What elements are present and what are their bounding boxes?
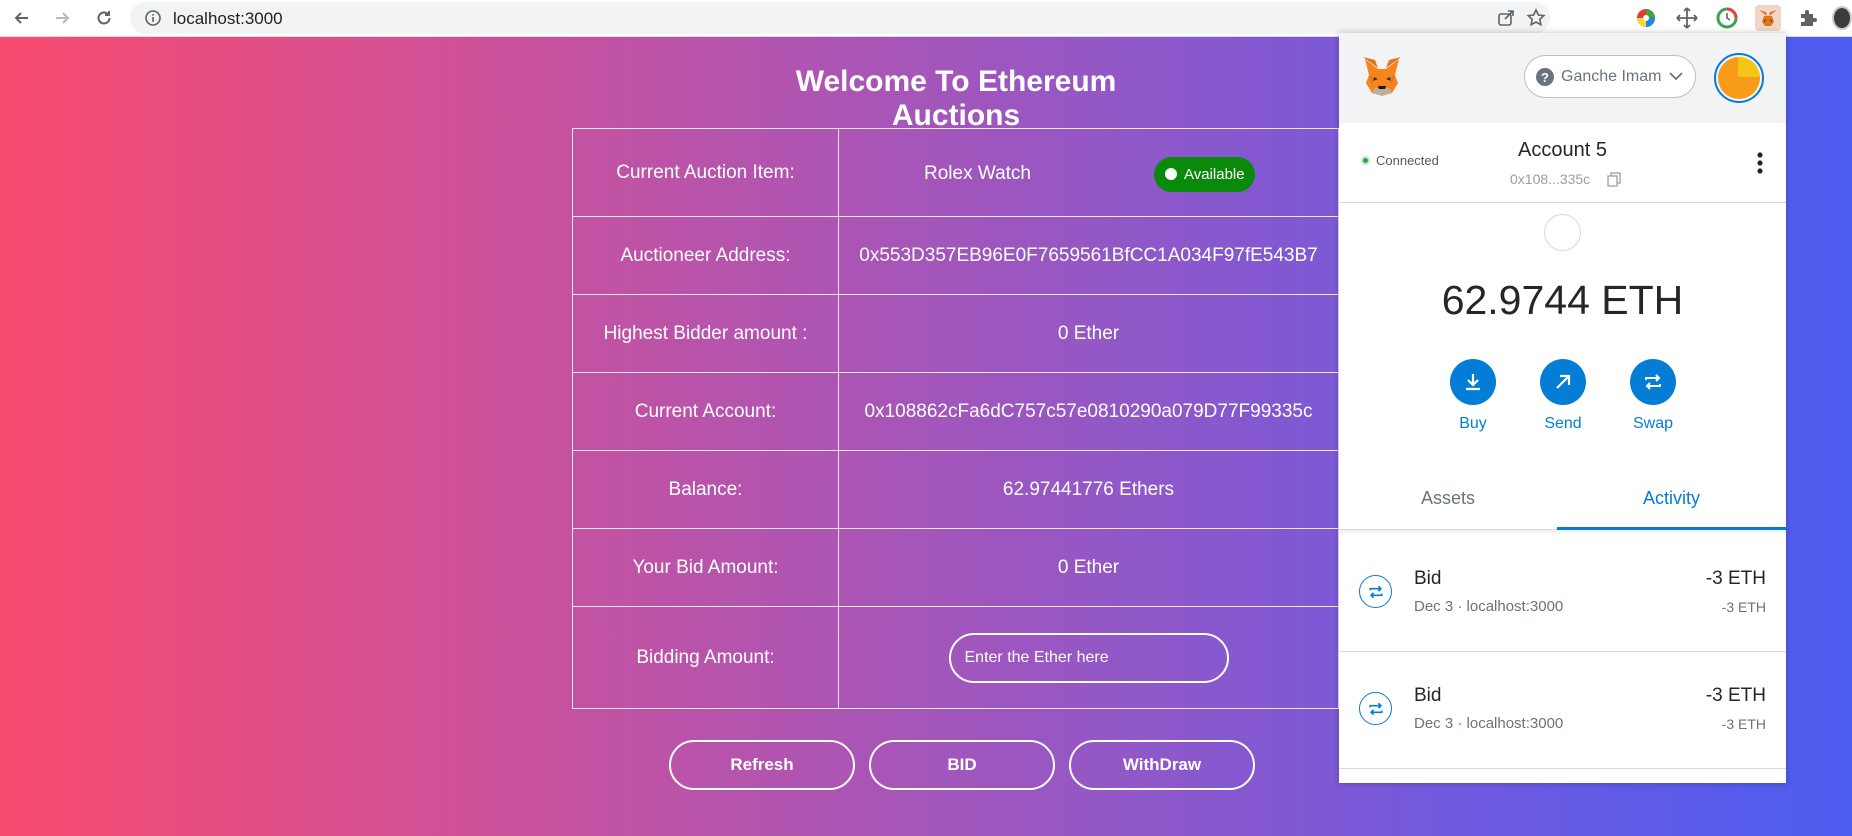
arrow-right-icon [56,12,70,24]
question-icon: ? [1536,68,1554,86]
account-address[interactable]: 0x108...335c [1510,171,1590,187]
table-row: Balance: 62.97441776 Ethers [572,450,1339,529]
swap-button[interactable]: Swap [1623,359,1683,433]
move-extension-icon[interactable] [1674,5,1700,31]
tab-assets[interactable]: Assets [1339,488,1557,509]
bid-button[interactable]: BID [869,740,1055,790]
current-item-value: Rolex Watch [924,163,1031,184]
transaction-amount-secondary: -3 ETH [1721,599,1766,615]
status-dot-icon [1165,168,1177,180]
extensions-puzzle-icon[interactable] [1795,5,1821,31]
forward-button[interactable] [48,4,76,32]
send-label: Send [1544,415,1582,432]
chevron-down-icon [1669,72,1683,81]
table-row: Current Account: 0x108862cFa6dC757c57e08… [572,372,1339,451]
buy-button[interactable]: Buy [1443,359,1503,433]
bidding-amount-cell [838,606,1339,709]
list-item[interactable]: Bid Dec 3 · localhost:3000 -3 ETH -3 ETH [1339,653,1786,769]
eth-balance: 62.9744 ETH [1441,277,1684,323]
buy-label: Buy [1459,415,1487,432]
balance-label: Balance: [572,450,839,529]
transaction-title: Bid [1414,685,1442,706]
account-bar: Connected Account 5 0x108...335c [1339,123,1786,203]
metamask-popup: ? Ganche Imam Connected Account 5 0x108.… [1339,33,1786,783]
highest-bid-value: 0 Ether [838,294,1339,373]
status-badge: Available [1154,157,1255,192]
address-bar[interactable]: localhost:3000 [130,2,1550,34]
reload-button[interactable] [90,4,118,32]
transaction-subtitle: Dec 3 · localhost:3000 [1414,598,1564,615]
current-account-value: 0x108862cFa6dC757c57e0810290a079D77F9933… [838,372,1339,451]
bookmark-star-icon[interactable] [1526,8,1546,28]
balance-value: 62.97441776 Ethers [838,450,1339,529]
current-item-label: Current Auction Item: [572,128,839,217]
your-bid-value: 0 Ether [838,528,1339,607]
table-row: Bidding Amount: [572,606,1339,709]
metamask-fox-logo[interactable] [1359,53,1405,99]
auctioneer-address-label: Auctioneer Address: [572,216,839,295]
transaction-title: Bid [1414,568,1442,589]
arrow-left-icon [14,12,28,24]
bid-amount-input[interactable] [948,632,1229,683]
current-item-cell: Rolex Watch Available [838,128,1339,217]
auctioneer-address-value: 0x553D357EB96E0F7659561BfCC1A034F97fE543… [838,216,1339,295]
swap-icon [1645,374,1661,390]
account-avatar[interactable] [1714,53,1764,103]
copy-icon[interactable] [1607,172,1621,187]
browser-toolbar: localhost:3000 [0,0,1852,37]
color-picker-extension-icon[interactable] [1633,5,1659,31]
back-button[interactable] [8,4,36,32]
transaction-amount: -3 ETH [1705,568,1766,589]
info-icon[interactable] [144,9,162,27]
metamask-header: ? Ganche Imam [1339,33,1786,123]
swap-icon [1359,692,1392,725]
send-button[interactable]: Send [1533,359,1593,433]
your-bid-label: Your Bid Amount: [572,528,839,607]
table-row: Highest Bidder amount : 0 Ether [572,294,1339,373]
bidding-amount-label: Bidding Amount: [572,606,839,709]
current-account-label: Current Account: [572,372,839,451]
download-icon [1466,374,1480,391]
table-row: Your Bid Amount: 0 Ether [572,528,1339,607]
list-item[interactable]: Bid Dec 3 · localhost:3000 -3 ETH -3 ETH [1339,536,1786,652]
tab-activity[interactable]: Activity [1557,488,1786,509]
status-text: Available [1184,166,1245,183]
token-icon [1544,214,1581,251]
swap-icon [1359,575,1392,608]
send-arrow-icon [1556,374,1571,389]
table-row: Auctioneer Address: 0x553D357EB96E0F7659… [572,216,1339,295]
swap-label: Swap [1632,415,1674,432]
withdraw-button[interactable]: WithDraw [1069,740,1255,790]
network-selector[interactable]: ? Ganche Imam [1524,55,1696,98]
transaction-subtitle: Dec 3 · localhost:3000 [1414,715,1564,732]
network-name: Ganche Imam [1561,67,1662,85]
reload-icon [97,11,111,25]
account-name[interactable]: Account 5 [1339,139,1786,162]
auction-info-table: Current Auction Item: Rolex Watch Availa… [572,128,1339,709]
refresh-button[interactable]: Refresh [669,740,855,790]
timer-extension-icon[interactable] [1714,5,1740,31]
profile-avatar-icon[interactable] [1832,5,1852,31]
highest-bid-label: Highest Bidder amount : [572,294,839,373]
share-icon[interactable] [1496,8,1516,28]
transaction-amount: -3 ETH [1705,685,1766,706]
table-row: Current Auction Item: Rolex Watch Availa… [572,128,1339,217]
metamask-extension-icon[interactable] [1755,5,1781,31]
page-title: Welcome To Ethereum Auctions [795,65,1117,132]
url-text: localhost:3000 [173,9,283,28]
transaction-amount-secondary: -3 ETH [1721,716,1766,732]
kebab-menu-icon[interactable] [1755,151,1765,175]
